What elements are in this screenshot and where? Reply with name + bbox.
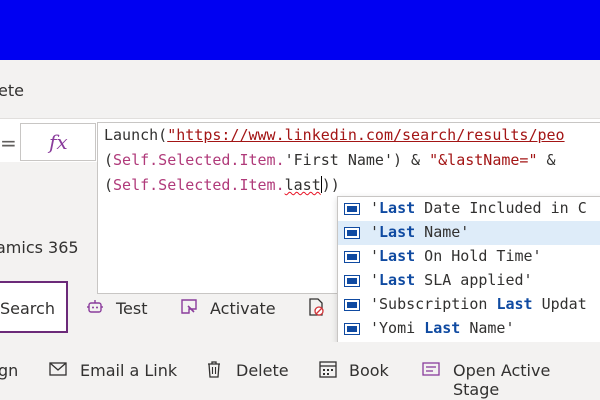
deactivate-icon[interactable] (307, 298, 325, 316)
field-icon (344, 323, 360, 335)
partial-command[interactable]: gn (0, 361, 18, 380)
delete-button[interactable]: Delete (236, 361, 289, 380)
search-button-label: Search (0, 299, 55, 318)
field-icon (344, 203, 360, 215)
dynamics-label: amics 365 (0, 238, 79, 257)
autocomplete-dropdown: 'Last Date Included in C 'Last Name' 'La… (337, 196, 600, 344)
autocomplete-item[interactable]: 'Subscription Last Updat (338, 293, 600, 317)
app-header-bar (0, 0, 600, 60)
bot-icon (87, 300, 103, 313)
code-line-2: (Self.Selected.Item.'First Name') & "&la… (104, 151, 556, 169)
email-link-button[interactable]: Email a Link (80, 361, 177, 380)
open-active-stage-button[interactable]: Open Active Stage (453, 361, 600, 399)
field-icon (344, 227, 360, 239)
calendar-icon (319, 361, 337, 378)
fx-icon: fx (49, 130, 68, 154)
code-line-3: (Self.Selected.Item.last)) (104, 176, 340, 194)
book-button[interactable]: Book (349, 361, 389, 380)
autocomplete-item[interactable]: 'Last Name' (338, 221, 600, 245)
ribbon-partial-command[interactable]: ete (0, 81, 24, 100)
ribbon-top: ete (0, 60, 600, 118)
code-line-1: Launch("https://www.linkedin.com/search/… (104, 126, 565, 144)
field-icon (344, 275, 360, 287)
autocomplete-item[interactable]: 'Last On Hold Time' (338, 245, 600, 269)
field-icon (344, 299, 360, 311)
email-icon (49, 362, 67, 376)
left-panel (0, 162, 97, 292)
test-button[interactable]: Test (116, 299, 148, 318)
field-icon (344, 251, 360, 263)
autocomplete-item[interactable]: 'Last SLA applied' (338, 269, 600, 293)
trash-icon (208, 361, 220, 378)
activate-icon (181, 299, 197, 314)
stage-icon (422, 362, 440, 376)
equals-icon[interactable]: = (0, 131, 17, 155)
autocomplete-item[interactable]: 'Last Date Included in C (338, 197, 600, 221)
autocomplete-item[interactable]: 'Yomi Last Name' (338, 317, 600, 341)
fx-button[interactable]: fx (20, 123, 96, 161)
activate-button[interactable]: Activate (210, 299, 276, 318)
